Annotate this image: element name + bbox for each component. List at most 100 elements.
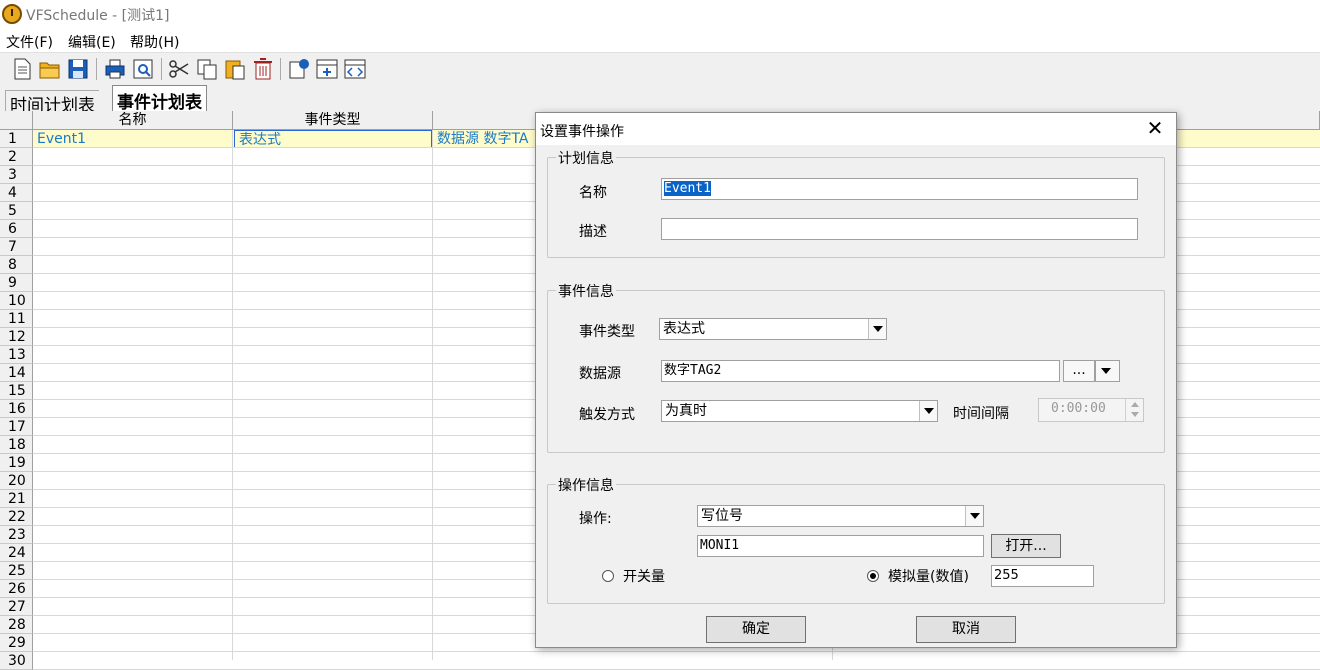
chevron-down-icon[interactable] [1131,412,1139,417]
column-header-name[interactable]: 名称 [33,111,233,130]
clock-icon [2,4,22,24]
menu-help[interactable]: 帮助(H) [130,32,179,52]
row-header[interactable]: 24 [0,544,33,562]
open-icon[interactable] [38,57,62,81]
comment-icon[interactable] [287,57,311,81]
analog-label: 模拟量(数值) [888,569,969,585]
row-header[interactable]: 1 [0,130,33,148]
name-field[interactable]: Event1 [661,178,1138,200]
event-action-dialog: 设置事件操作 ✕ 计划信息 名称 Event1 描述 事件信息 事件类型 表达式… [535,112,1177,648]
menu-bar: 文件(F) 编辑(E) 帮助(H) [0,30,1320,52]
row-header[interactable]: 18 [0,436,33,454]
code-icon[interactable] [343,57,367,81]
data-source-label: 数据源 [579,366,621,382]
row-header[interactable]: 23 [0,526,33,544]
row-header[interactable]: 13 [0,346,33,364]
interval-label: 时间间隔 [953,406,1009,422]
chevron-down-icon[interactable] [919,401,937,421]
row-header[interactable]: 10 [0,292,33,310]
delete-icon[interactable] [251,57,275,81]
cell-event-type[interactable]: 表达式 [234,130,432,148]
dialog-title: 设置事件操作 [540,124,624,140]
analog-value-field[interactable]: 255 [991,565,1094,587]
row-header[interactable]: 30 [0,652,33,670]
group-title: 计划信息 [556,148,616,168]
switch-label: 开关量 [623,569,665,585]
row-header[interactable]: 22 [0,508,33,526]
column-header-type[interactable]: 事件类型 [233,111,433,130]
row-header[interactable]: 11 [0,310,33,328]
row-divider [33,651,1320,652]
row-header[interactable]: 16 [0,400,33,418]
tab-event-schedule[interactable]: 事件计划表 [112,85,207,113]
group-title: 事件信息 [556,281,616,301]
interval-spinner[interactable] [1125,399,1143,421]
column-divider [232,130,233,660]
row-header[interactable]: 3 [0,166,33,184]
toolbar-separator [96,58,97,80]
open-button[interactable]: 打开... [991,534,1061,558]
title-bar: VFSchedule - [测试1] [0,0,1320,28]
row-header[interactable]: 12 [0,328,33,346]
row-header[interactable]: 27 [0,598,33,616]
name-label: 名称 [579,185,607,201]
tab-time-schedule[interactable]: 时间计划表 [5,90,99,116]
analog-radio[interactable] [867,570,879,582]
copy-icon[interactable] [195,57,219,81]
event-info-group: 事件信息 事件类型 表达式 数据源 数字TAG2 ... 触发方式 为真时 时间… [547,281,1165,453]
trigger-select[interactable]: 为真时 [661,400,938,422]
add-row-icon[interactable] [315,57,339,81]
chevron-down-icon[interactable] [965,506,983,526]
row-header[interactable]: 21 [0,490,33,508]
row-header[interactable]: 2 [0,148,33,166]
source-dropdown-button[interactable] [1095,360,1120,382]
new-icon[interactable] [10,57,34,81]
save-icon[interactable] [66,57,90,81]
cell-source[interactable]: 数据源 数字TA [433,130,535,148]
row-header[interactable]: 17 [0,418,33,436]
row-header[interactable]: 26 [0,580,33,598]
menu-edit[interactable]: 编辑(E) [68,32,116,52]
row-header[interactable]: 20 [0,472,33,490]
row-header[interactable]: 19 [0,454,33,472]
trigger-label: 触发方式 [579,407,635,423]
menu-file[interactable]: 文件(F) [6,32,53,52]
toolbar-separator [280,58,281,80]
row-header[interactable]: 25 [0,562,33,580]
browse-source-button[interactable]: ... [1063,360,1095,382]
plan-info-group: 计划信息 名称 Event1 描述 [547,148,1165,258]
grid-corner [0,111,33,130]
row-header[interactable]: 14 [0,364,33,382]
chevron-down-icon[interactable] [868,319,886,339]
paste-icon[interactable] [223,57,247,81]
operation-label: 操作: [579,511,612,527]
chevron-up-icon[interactable] [1131,402,1139,407]
row-header[interactable]: 9 [0,274,33,292]
tag-field[interactable]: MONI1 [697,535,984,557]
cancel-button[interactable]: 取消 [916,616,1016,643]
description-field[interactable] [661,218,1138,240]
dialog-title-bar: 设置事件操作 ✕ [536,113,1176,145]
print-icon[interactable] [103,57,127,81]
column-divider [432,130,433,660]
event-type-select[interactable]: 表达式 [659,318,887,340]
row-header[interactable]: 15 [0,382,33,400]
row-header[interactable]: 7 [0,238,33,256]
row-header[interactable]: 6 [0,220,33,238]
row-header[interactable]: 29 [0,634,33,652]
print-preview-icon[interactable] [131,57,155,81]
row-header[interactable]: 28 [0,616,33,634]
row-header[interactable]: 4 [0,184,33,202]
ok-button[interactable]: 确定 [706,616,806,643]
operation-info-group: 操作信息 操作: 写位号 MONI1 打开... 开关量 模拟量(数值) 255 [547,475,1165,604]
close-icon[interactable]: ✕ [1144,118,1166,140]
window-title: VFSchedule - [测试1] [26,8,170,24]
cut-icon[interactable] [167,57,191,81]
row-header[interactable]: 8 [0,256,33,274]
row-header[interactable]: 5 [0,202,33,220]
cell-name[interactable]: Event1 [33,130,233,148]
switch-radio[interactable] [602,570,614,582]
data-source-field[interactable]: 数字TAG2 [661,360,1060,382]
group-title: 操作信息 [556,475,616,495]
operation-select[interactable]: 写位号 [697,505,984,527]
